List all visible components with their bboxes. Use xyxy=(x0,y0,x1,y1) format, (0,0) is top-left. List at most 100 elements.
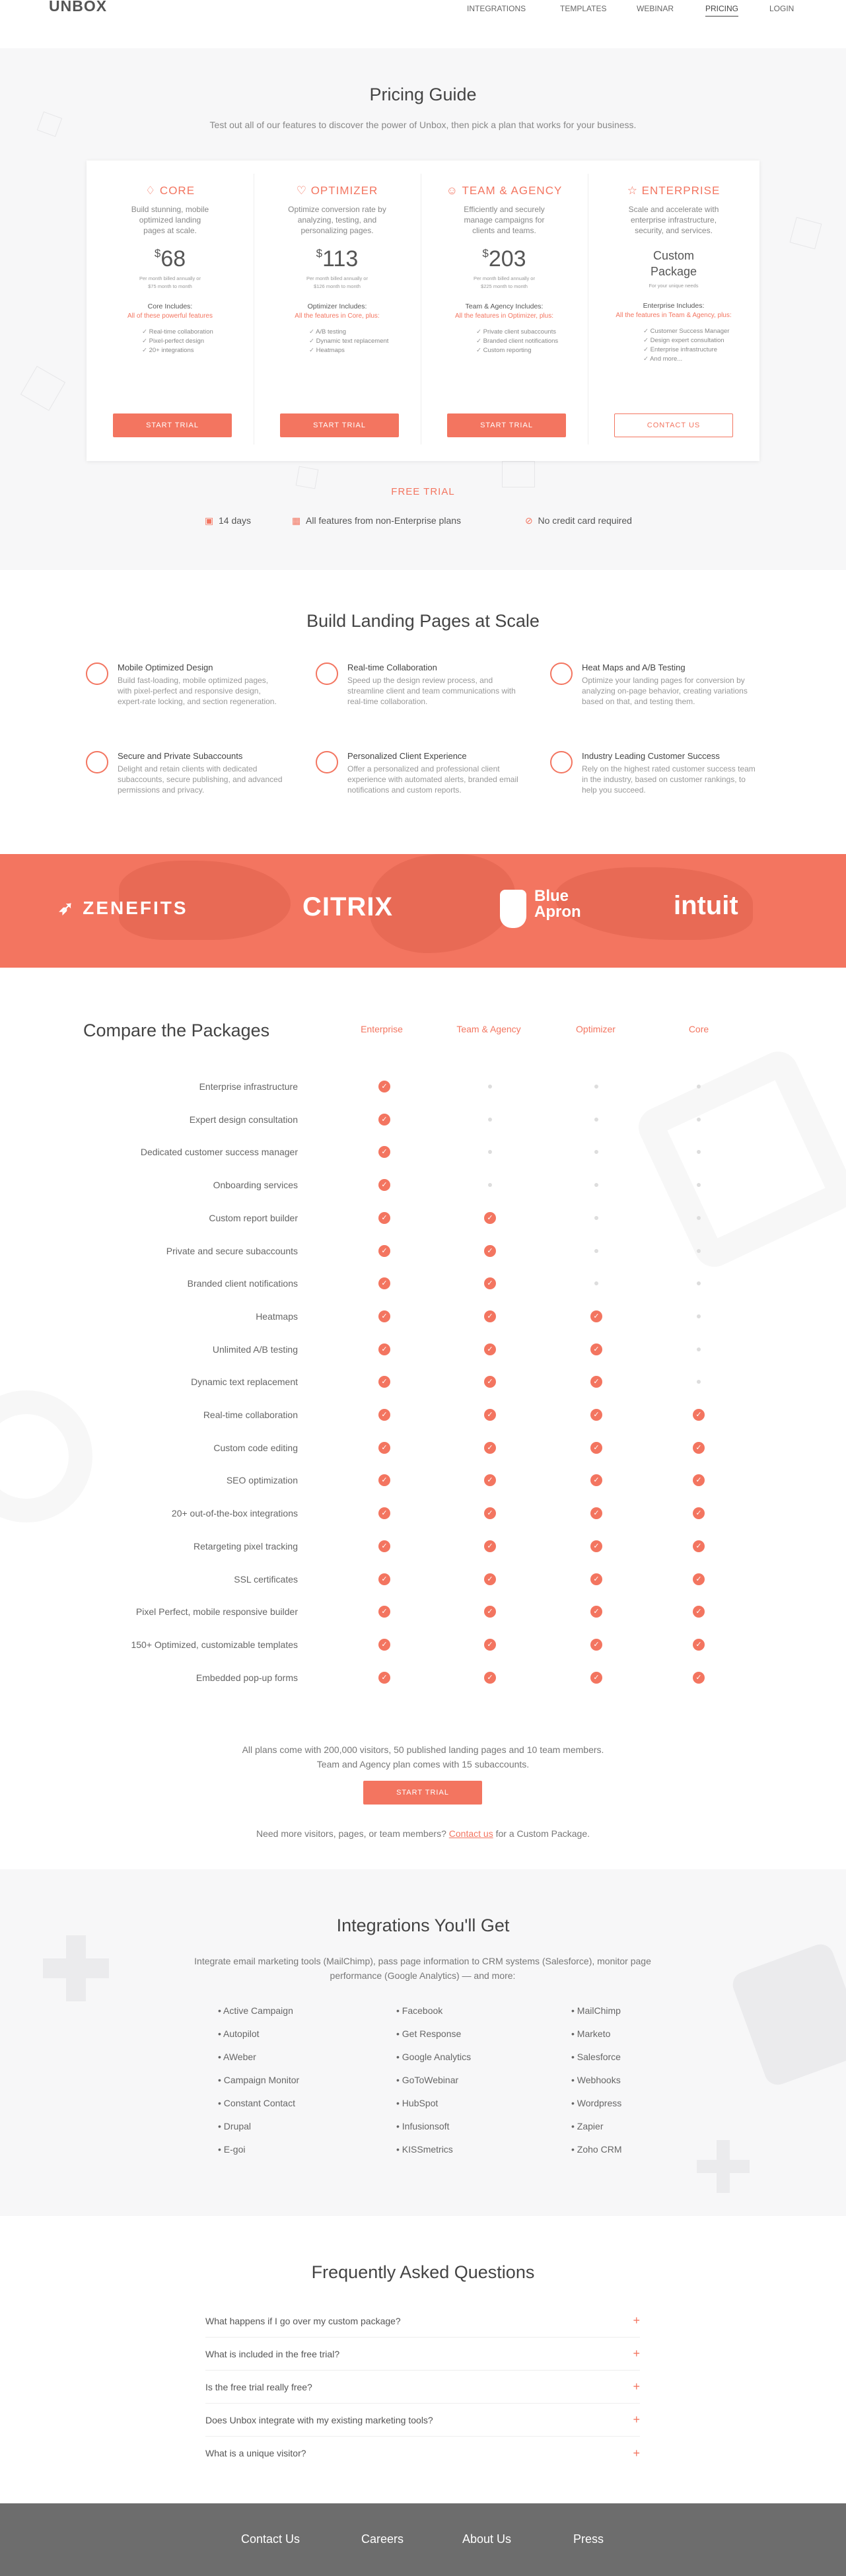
empty-dot-icon xyxy=(697,1085,701,1089)
check-icon: ✓ xyxy=(378,1146,390,1158)
client-icon xyxy=(316,751,338,773)
empty-dot-icon xyxy=(697,1314,701,1318)
check-icon: ✓ xyxy=(378,1442,390,1454)
empty-dot-icon xyxy=(697,1183,701,1187)
faq-item[interactable]: Does Unbox integrate with my existing ma… xyxy=(205,2404,640,2437)
check-icon: ✓ xyxy=(590,1409,602,1421)
check-icon: ✓ xyxy=(378,1409,390,1421)
check-icon: ✓ xyxy=(693,1672,705,1684)
faq-item[interactable]: What happens if I go over my custom pack… xyxy=(205,2305,640,2338)
footer-careers[interactable]: Careers xyxy=(361,2532,404,2546)
faq-item[interactable]: Is the free trial really free? + xyxy=(205,2371,640,2404)
plan-team-agency: ☺ TEAM & AGENCY Efficiently and securely… xyxy=(421,184,588,355)
plan-price-note: Per month billed annually or $126 month … xyxy=(306,275,368,289)
check-icon: ✓ xyxy=(590,1474,602,1486)
compare-row-label: Custom code editing xyxy=(213,1443,298,1453)
compare-row-label: Custom report builder xyxy=(209,1213,298,1223)
integration-item: • GoToWebinar xyxy=(396,2075,459,2085)
top-nav: UNBOX INTEGRATIONS TEMPLATES WEBINAR PRI… xyxy=(0,0,846,20)
empty-dot-icon xyxy=(488,1150,492,1154)
apron-icon xyxy=(500,890,526,928)
compare-row-label: Real-time collaboration xyxy=(203,1410,298,1420)
compare-row-label: Dedicated customer success manager xyxy=(140,1147,298,1157)
contact-us-button[interactable]: CONTACT US xyxy=(614,413,733,437)
nav-integrations[interactable]: INTEGRATIONS xyxy=(467,4,526,13)
feature-success: Industry Leading Customer Success Rely o… xyxy=(550,751,761,795)
contact-us-link[interactable]: Contact us xyxy=(449,1828,493,1839)
compare-row-label: Private and secure subaccounts xyxy=(166,1246,298,1256)
check-icon: ✓ xyxy=(378,1376,390,1388)
plan-includes: Team & Agency Includes: xyxy=(465,303,544,310)
check-icon: ✓ xyxy=(590,1507,602,1519)
check-icon: ✓ xyxy=(484,1310,496,1322)
check-icon: ✓ xyxy=(378,1310,390,1322)
check-icon: ✓ xyxy=(378,1343,390,1355)
pricing-section: Pricing Guide Test out all of our featur… xyxy=(0,48,846,570)
plans-note: All plans come with 200,000 visitors, 50… xyxy=(0,1742,846,1771)
empty-dot-icon xyxy=(697,1347,701,1351)
check-icon: ✓ xyxy=(378,1639,390,1651)
check-icon: ✓ xyxy=(693,1442,705,1454)
nav-templates[interactable]: TEMPLATES xyxy=(560,4,606,13)
pricing-subtitle: Test out all of our features to discover… xyxy=(209,120,637,130)
check-icon: ✓ xyxy=(590,1573,602,1585)
nav-pricing[interactable]: PRICING xyxy=(705,4,739,17)
plus-icon: + xyxy=(633,2413,640,2426)
empty-dot-icon xyxy=(594,1150,598,1154)
no-card-icon: ⊘ xyxy=(525,515,538,526)
empty-dot-icon xyxy=(697,1118,701,1122)
faq-item[interactable]: What is a unique visitor? + xyxy=(205,2437,640,2470)
feature-title: Heat Maps and A/B Testing xyxy=(582,662,686,672)
nav-login[interactable]: LOGIN xyxy=(769,4,794,13)
compare-row-label: Embedded pop-up forms xyxy=(195,1672,298,1683)
plan-feature-list: Customer Success Manager Design expert c… xyxy=(643,327,759,364)
empty-dot-icon xyxy=(594,1085,598,1089)
empty-dot-icon xyxy=(488,1183,492,1187)
feature-desc: Rely on the highest rated customer succe… xyxy=(582,764,756,795)
check-icon: ✓ xyxy=(484,1245,496,1257)
plan-core-name: ♢ CORE xyxy=(145,184,195,197)
compare-row-label: Retargeting pixel tracking xyxy=(194,1541,298,1552)
footer-contact-us[interactable]: Contact Us xyxy=(241,2532,300,2546)
footer-about-us[interactable]: About Us xyxy=(462,2532,511,2546)
plan-includes: Enterprise Includes: xyxy=(643,302,705,310)
feature-desc: Delight and retain clients with dedicate… xyxy=(118,764,283,795)
bg-plug-shape xyxy=(632,1045,846,1273)
feature-title: Personalized Client Experience xyxy=(347,751,467,761)
trial-no-card: ⊘ No credit card required xyxy=(525,515,632,526)
footer-press[interactable]: Press xyxy=(573,2532,604,2546)
compare-row-label: Unlimited A/B testing xyxy=(212,1344,298,1355)
feature-title: Mobile Optimized Design xyxy=(118,662,213,672)
compare-row-label: Expert design consultation xyxy=(189,1114,298,1125)
plan-desc: Optimize conversion rate by analyzing, t… xyxy=(288,205,386,235)
compare-start-trial-button[interactable]: START TRIAL xyxy=(363,1781,482,1805)
plan-includes-sub: All of these powerful features xyxy=(127,312,213,320)
feature-title: Secure and Private Subaccounts xyxy=(118,751,243,761)
plans-card: ♢ CORE Build stunning, mobile optimized … xyxy=(87,161,759,461)
optimizer-start-trial-button[interactable]: START TRIAL xyxy=(280,413,399,437)
plan-feature-list: Private client subaccounts Branded clien… xyxy=(476,328,588,355)
check-icon: ✓ xyxy=(484,1540,496,1552)
logo[interactable]: UNBOX xyxy=(49,0,107,15)
faq-item[interactable]: What is included in the free trial? + xyxy=(205,2338,640,2371)
check-icon: ✓ xyxy=(693,1573,705,1585)
plan-feature: Custom reporting xyxy=(476,346,588,355)
plus-icon: + xyxy=(633,2446,640,2460)
check-icon: ✓ xyxy=(590,1540,602,1552)
core-start-trial-button[interactable]: START TRIAL xyxy=(113,413,232,437)
faq-title: Frequently Asked Questions xyxy=(311,2262,535,2282)
feature-desc: Build fast-loading, mobile optimized pag… xyxy=(118,676,277,706)
integration-item: • AWeber xyxy=(218,2052,256,2062)
nav-webinar[interactable]: WEBINAR xyxy=(637,4,674,13)
team-start-trial-button[interactable]: START TRIAL xyxy=(447,413,566,437)
check-icon: ✓ xyxy=(693,1474,705,1486)
plan-includes-sub: All the features in Team & Agency, plus: xyxy=(616,312,732,319)
check-icon: ✓ xyxy=(590,1639,602,1651)
compare-row-label: SSL certificates xyxy=(234,1574,298,1585)
check-icon: ✓ xyxy=(693,1639,705,1651)
star-icon: ☆ xyxy=(627,184,642,197)
diamond-icon: ♢ xyxy=(145,184,160,197)
plan-feature: Heatmaps xyxy=(309,346,421,355)
integrations-section: Integrations You'll Get Integrate email … xyxy=(0,1869,846,2216)
intuit-logo: intuit xyxy=(674,891,738,920)
